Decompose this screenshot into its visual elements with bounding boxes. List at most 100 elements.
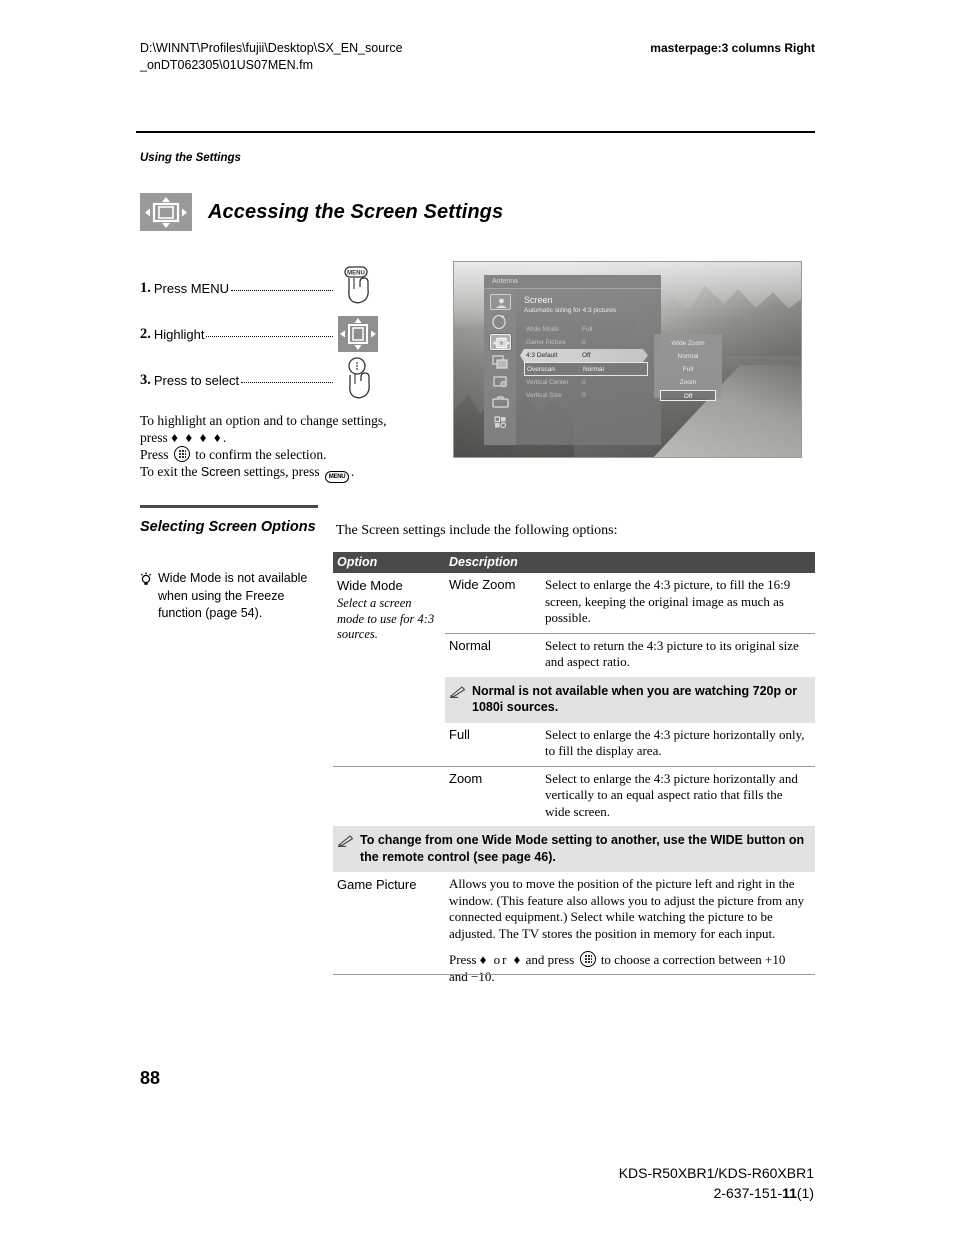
sidebar-heading: Selecting Screen Options — [140, 519, 316, 535]
hand-pressing-enter-button-icon — [336, 357, 380, 402]
osd-main: Screen Automatic sizing for 4:3 pictures… — [516, 289, 661, 445]
instr-line-2-pre: press — [140, 430, 168, 445]
gp-press: Press — [449, 952, 477, 967]
table-bottom-divider — [333, 974, 815, 975]
osd-body: Screen Automatic sizing for 4:3 pictures… — [484, 289, 661, 445]
osd-row-label: Overscan — [527, 365, 555, 373]
instructions-paragraph: To highlight an option and to change set… — [140, 412, 390, 483]
osd-menu-subtitle: Automatic sizing for 4:3 pictures — [524, 307, 617, 314]
table-cell-option-wide-mode: Wide Mode Select a screen mode to use fo… — [333, 573, 445, 677]
osd-row-overscan[interactable]: Overscan Normal — [524, 362, 648, 376]
step-2-leader — [206, 327, 333, 337]
osd-row-game-picture[interactable]: Game Picture 0 — [524, 336, 661, 349]
game-picture-desc-paragraph-2: Press ♦ or ♦ and press to choose a corre… — [449, 951, 807, 985]
source-file-path-line1: D:\WINNT\Profiles\fujii\Desktop\SX_EN_so… — [140, 41, 403, 55]
table-header-description: Description — [445, 552, 816, 573]
osd-settings-list: Wide Mode Full Game Picture 0 4:3 Defaul… — [524, 323, 661, 402]
option-subtext: Select a screen mode to use for 4:3 sour… — [337, 596, 435, 641]
enter-button-icon — [579, 951, 596, 967]
sidebar-divider — [140, 505, 318, 508]
popup-option-normal[interactable]: Normal — [660, 351, 716, 362]
instr-line-4-post: . — [351, 464, 355, 479]
step-2: 2. Highlight — [140, 311, 380, 357]
popup-option-wide-zoom[interactable]: Wide Zoom — [660, 338, 716, 349]
instr-line-4-mid: settings, press — [243, 464, 320, 479]
table-cell-desc-wide-zoom: Select to enlarge the 4:3 picture, to fi… — [545, 577, 791, 625]
instr-line-1: To highlight an option and to change set… — [140, 413, 387, 428]
setup-toolbox-icon — [490, 394, 511, 410]
osd-row-label: Wide Mode — [526, 326, 559, 333]
osd-row-value: Normal — [583, 365, 604, 373]
osd-row-43-default[interactable]: 4:3 Default Off — [520, 349, 648, 362]
osd-row-value: Off — [582, 352, 591, 359]
osd-row-value: Full — [582, 326, 593, 333]
table-cell-desc-normal: Select to return the 4:3 picture to its … — [541, 632, 816, 677]
osd-row-value: 0 — [582, 379, 586, 386]
osd-input-tab-label: Antenna — [492, 278, 519, 285]
tv-on-screen-display-photo: Antenna Screen Automatic sizing for 4:3 … — [453, 261, 802, 458]
instr-line-3: Press to confirm the selection. — [140, 446, 390, 463]
instr-line-2: press ♦ ♦ ♦ ♦. — [140, 429, 390, 446]
table-cell-note-normal-unavailable: Normal is not available when you are wat… — [445, 676, 816, 723]
step-3-leader — [241, 373, 333, 383]
menu-button-icon: MENU — [325, 471, 350, 483]
steps-list: 1. Press MENU MENU 2. Highlight 3. Press… — [140, 265, 380, 403]
osd-row-label: 4:3 Default — [526, 352, 558, 359]
footer-block: KDS-R50XBR1/KDS-R60XBR1 2-637-151-11(1) — [619, 1163, 814, 1203]
popup-option-off[interactable]: Off — [660, 390, 716, 401]
osd-row-vertical-size[interactable]: Vertical Size 0 — [524, 389, 661, 402]
osd-row-wide-mode[interactable]: Wide Mode Full — [524, 323, 661, 336]
step-1-number: 1. — [140, 279, 151, 296]
table-cell-note-wide-button: To change from one Wide Mode setting to … — [333, 826, 816, 872]
picture-settings-icon — [489, 294, 511, 310]
audio-settings-icon — [490, 314, 511, 330]
table-header-row: Option Description — [333, 552, 816, 573]
osd-panel: Antenna Screen Automatic sizing for 4:3 … — [484, 275, 661, 445]
footer-document-number: 2-637-151-11(1) — [619, 1183, 814, 1203]
gp-arrows: ♦ or ♦ — [479, 952, 523, 967]
instr-screen-word: Screen — [200, 465, 241, 479]
game-picture-desc-paragraph: Allows you to move the position of the p… — [449, 876, 805, 941]
page-title: Accessing the Screen Settings — [208, 200, 504, 223]
note-text: Normal is not available when you are wat… — [472, 683, 798, 715]
enter-button-icon — [173, 446, 190, 462]
screen-size-icon — [140, 193, 192, 231]
page-number: 88 — [140, 1068, 161, 1088]
masterpage-label: masterpage:3 columns Right — [650, 41, 815, 55]
step-3-number: 3. — [140, 371, 151, 388]
step-3: 3. Press to select — [140, 357, 380, 403]
footer-doc-bold: 11 — [782, 1185, 797, 1201]
source-file-path: D:\WINNT\Profiles\fujii\Desktop\SX_EN_so… — [140, 40, 540, 74]
apps-grid-icon — [490, 414, 511, 430]
footer-model-numbers: KDS-R50XBR1/KDS-R60XBR1 — [618, 1165, 814, 1181]
step-1-label: Press MENU — [153, 280, 229, 296]
running-head: Using the Settings — [140, 152, 241, 164]
table-header-option: Option — [333, 552, 445, 573]
sidebar-tip-text: Wide Mode is not available when using th… — [158, 571, 308, 620]
section-title-block: Accessing the Screen Settings — [140, 193, 503, 231]
instr-line-3-pre: Press — [140, 447, 169, 462]
popup-option-zoom[interactable]: Zoom — [660, 377, 716, 388]
osd-row-label: Vertical Size — [526, 392, 562, 399]
step-2-label: Highlight — [153, 326, 205, 342]
table-cell-desc-zoom: Select to enlarge the 4:3 picture horizo… — [541, 765, 816, 826]
four-way-navigation-pad-icon — [336, 312, 380, 356]
table-cell-value-normal: Normal — [445, 632, 541, 677]
step-1-leader — [231, 281, 333, 291]
osd-row-vertical-center[interactable]: Vertical Center 0 — [524, 376, 661, 389]
table-row: Full Select to enlarge the 4:3 picture h… — [333, 723, 815, 767]
popup-option-full[interactable]: Full — [660, 364, 716, 375]
svg-text:MENU: MENU — [347, 271, 365, 277]
table-note-row: Normal is not available when you are wat… — [333, 676, 816, 723]
osd-row-label: Vertical Center — [526, 379, 569, 386]
header-divider — [136, 131, 815, 133]
osd-icon-rail — [484, 289, 516, 445]
osd-menu-title: Screen — [524, 295, 553, 305]
instr-line-4-pre: To exit the — [140, 464, 198, 479]
note-pencil-icon — [337, 832, 354, 865]
osd-row-label: Game Picture — [526, 339, 566, 346]
table-note-row: To change from one Wide Mode setting to … — [333, 826, 816, 872]
hand-pressing-menu-button-icon: MENU — [336, 266, 380, 310]
step-1: 1. Press MENU MENU — [140, 265, 380, 311]
channel-settings-icon — [490, 354, 511, 370]
